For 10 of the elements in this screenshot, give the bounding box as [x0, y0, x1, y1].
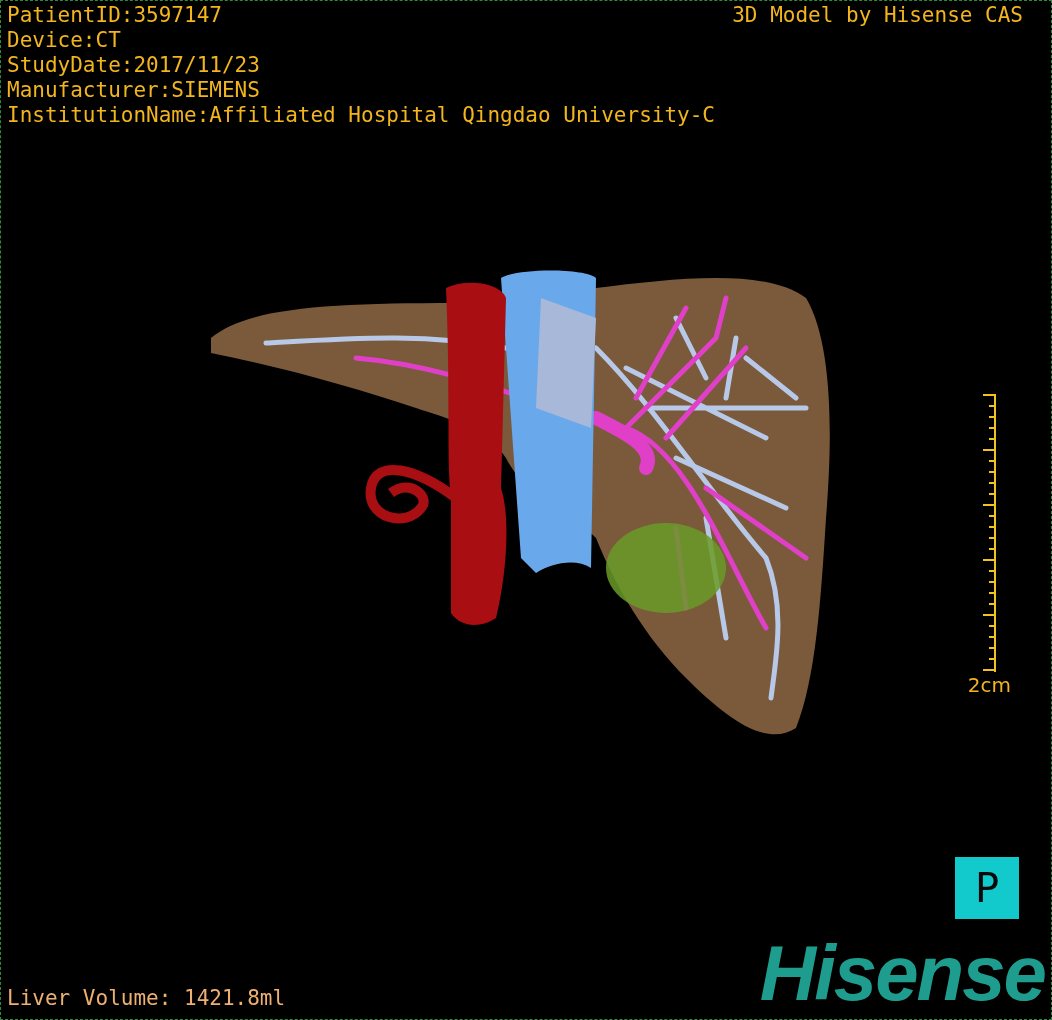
brand-logo: Hisense: [759, 933, 1046, 1013]
patient-info-text: InstitutionName:Affiliated Hospital Qingdao University-C: [7, 103, 715, 128]
patient-info-text: StudyDate:2017/11/23: [7, 53, 261, 78]
patient-info-text: PatientID:3597147: [7, 3, 223, 28]
orientation-marker: P: [955, 857, 1019, 919]
model-title: 3D Model by Hisense CAS: [732, 3, 1023, 28]
liver-volume-text: Liver Volume: 1421.8ml: [7, 985, 286, 1012]
patient-info-text: Manufacturer:SIEMENS: [7, 78, 261, 103]
scale-label: 2cm: [967, 673, 1011, 697]
patient-info-text: Device:CT: [7, 28, 122, 53]
